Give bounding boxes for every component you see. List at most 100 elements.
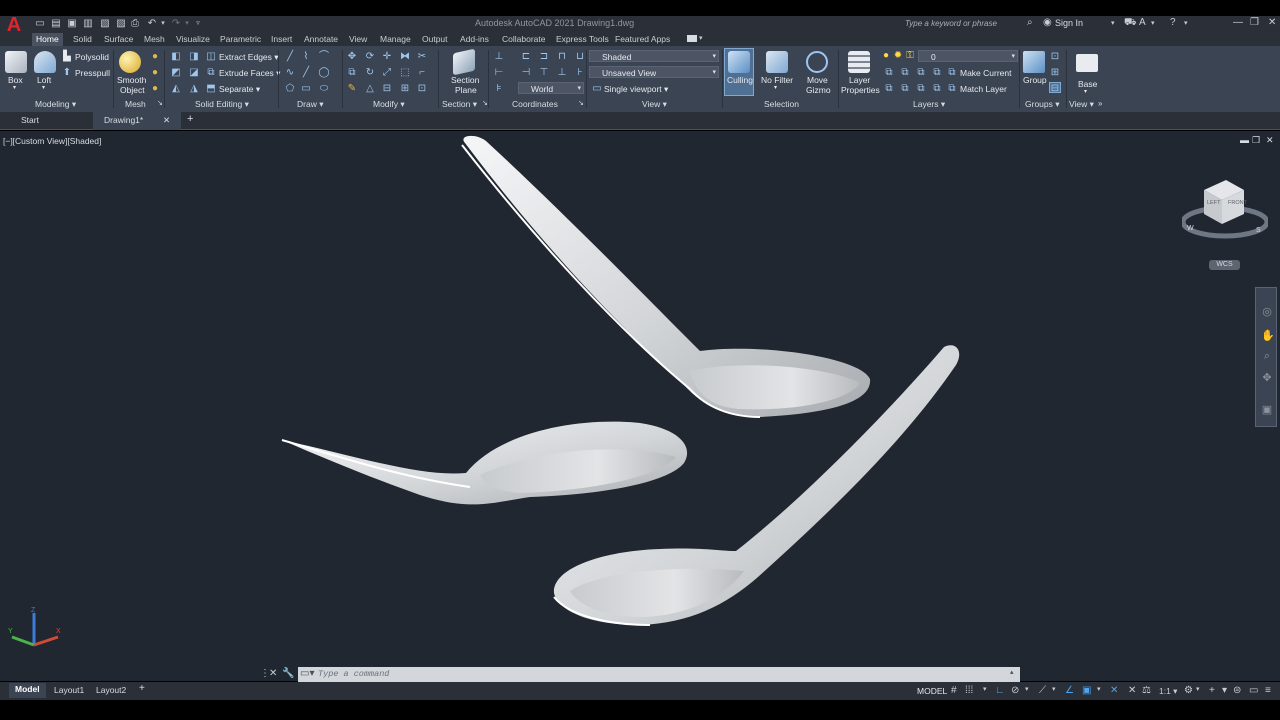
viewcube-front-face[interactable]: FRONT	[1228, 200, 1247, 206]
smooth-object-button[interactable]: Smooth	[117, 75, 146, 85]
coordinates-panel-title[interactable]: Coordinates	[512, 99, 558, 109]
box-icon[interactable]	[5, 51, 27, 73]
auto-scale-icon[interactable]: ✕	[1128, 685, 1136, 696]
line-2-icon[interactable]: ╱	[300, 67, 312, 78]
ortho-icon[interactable]: ∟	[995, 685, 1005, 696]
ucs-11-icon[interactable]: ⊧	[493, 83, 505, 94]
layer-on-icon[interactable]: ●	[880, 50, 892, 61]
help-icon[interactable]: ?	[1170, 17, 1176, 28]
new-file-icon[interactable]: ▭	[34, 18, 46, 29]
extrude-faces-icon[interactable]: ⧉	[205, 67, 217, 78]
match-layer-icon[interactable]: ⧉	[946, 83, 958, 94]
match-layer-button[interactable]: Match Layer	[960, 84, 1007, 94]
separate-icon[interactable]: ⬒	[205, 83, 217, 94]
spline-icon[interactable]: ∿	[284, 67, 296, 78]
subtract-icon[interactable]: ◨	[188, 51, 200, 62]
add-layout-icon[interactable]: +	[139, 683, 145, 694]
layout-tab-model[interactable]: Model	[9, 683, 46, 698]
group-select-icon[interactable]: ⊟	[1049, 82, 1061, 94]
tab-annotate[interactable]: Annotate	[300, 33, 342, 46]
object-snap-icon[interactable]: ▣	[1082, 685, 1091, 696]
ucs-world-select[interactable]: World ▾	[518, 82, 584, 94]
smooth-object-icon[interactable]	[119, 51, 141, 73]
start-tab[interactable]: Start	[21, 115, 39, 125]
ucs-3-icon[interactable]: ⊐	[538, 51, 550, 62]
annotation-scale-value[interactable]: 1:1 ▾	[1159, 686, 1177, 697]
layer-tool-6-icon[interactable]: ⧉	[899, 83, 911, 94]
tab-mesh[interactable]: Mesh	[140, 33, 169, 46]
modify-panel-title[interactable]: Modify ▾	[373, 99, 405, 110]
modeling-panel-title[interactable]: Modeling ▾	[35, 99, 76, 110]
loft-dropdown-icon[interactable]: ▾	[42, 83, 45, 93]
object-snap-tracking-icon[interactable]: ∠	[1065, 685, 1074, 696]
layout-tab-layout1[interactable]: Layout1	[54, 685, 84, 695]
restore-icon[interactable]: ❐	[1250, 17, 1259, 28]
ungroup-icon[interactable]: ⊡	[1049, 51, 1061, 62]
tab-express-tools[interactable]: Express Tools	[552, 33, 613, 46]
layer-properties-button[interactable]: Layer	[849, 75, 870, 85]
section-panel-launcher-icon[interactable]: ↘	[482, 99, 488, 107]
layer-thaw-icon[interactable]: ✹	[892, 50, 904, 61]
compass-south[interactable]: S	[1256, 227, 1261, 234]
polygon-icon[interactable]: ⬠	[284, 83, 296, 94]
customize-icon[interactable]: 🔧	[282, 668, 294, 679]
tab-visualize[interactable]: Visualize	[172, 33, 214, 46]
recent-commands-icon[interactable]: ▭▾	[300, 668, 314, 679]
sign-in-link[interactable]: Sign In	[1055, 18, 1083, 28]
customize-qat-icon[interactable]: ▿	[192, 18, 204, 29]
tab-featured-apps[interactable]: Featured Apps	[611, 33, 674, 46]
stay-connected-icon[interactable]: A	[1139, 17, 1146, 28]
polar-icon[interactable]: ⊘	[1011, 685, 1019, 696]
group-edit-icon[interactable]: ⊞	[1049, 67, 1061, 78]
pan-icon[interactable]: ✋	[1261, 330, 1275, 342]
layer-properties-button-line2[interactable]: Properties	[841, 85, 880, 95]
ucs-4-icon[interactable]: ⊓	[556, 51, 568, 62]
tab-surface[interactable]: Surface	[100, 33, 137, 46]
user-icon[interactable]: ◉	[1043, 17, 1052, 28]
clean-screen-icon[interactable]: ▭	[1249, 685, 1258, 696]
drawing-viewport[interactable]: [−][Custom View][Shaded] ▬ ❐ ✕ LEFT FRON…	[0, 131, 1280, 681]
save-web-icon[interactable]: ▨	[115, 18, 127, 29]
rotate-icon[interactable]: ↻	[364, 67, 376, 78]
command-input[interactable]: Type a command	[318, 669, 389, 679]
explode-icon[interactable]: ⊞	[399, 83, 411, 94]
smooth-object-button-line2[interactable]: Object	[120, 85, 145, 95]
move-gizmo-icon[interactable]	[806, 51, 828, 73]
layer-tool-4-icon[interactable]: ⧉	[931, 67, 943, 78]
layer-tool-1-icon[interactable]: ⧉	[883, 67, 895, 78]
ucs-9-icon[interactable]: ⊥	[556, 67, 568, 78]
ucs-5-icon[interactable]: ⊔	[574, 51, 586, 62]
ucs-2-icon[interactable]: ⊏	[520, 51, 532, 62]
interfere-icon[interactable]: ◪	[188, 67, 200, 78]
base-view-icon[interactable]	[1076, 54, 1098, 72]
isodraft-icon[interactable]: ⟋	[1039, 685, 1046, 696]
ribbon-overflow-icon[interactable]: »	[1098, 99, 1102, 108]
annotation-monitor-icon[interactable]: +	[1209, 685, 1215, 696]
base-button[interactable]: Base	[1078, 79, 1097, 89]
ucs-6-icon[interactable]: ⊢	[493, 67, 505, 78]
view-panel-title[interactable]: View ▾	[642, 99, 667, 110]
zoom-icon[interactable]: ⌕	[1261, 350, 1273, 362]
ribbon-minimize-toggle[interactable]	[687, 35, 697, 42]
stay-connected-dropdown-icon[interactable]: ▾	[1151, 19, 1155, 27]
polyline-icon[interactable]: ⌇	[300, 51, 312, 62]
isolate-objects-icon[interactable]: ⊜	[1233, 685, 1241, 696]
signin-dropdown-icon[interactable]: ▾	[1111, 19, 1115, 27]
mesh-panel-title[interactable]: Mesh	[125, 99, 146, 109]
array-icon[interactable]: ⊡	[416, 83, 428, 94]
group-icon[interactable]	[1023, 51, 1045, 73]
minimize-icon[interactable]: —	[1233, 17, 1243, 28]
polysolid-icon[interactable]: ▙	[61, 51, 73, 62]
open-web-icon[interactable]: ▧	[99, 18, 111, 29]
group-button[interactable]: Group	[1023, 75, 1047, 85]
ucs-8-icon[interactable]: ⊤	[538, 67, 550, 78]
customization-menu-icon[interactable]: ≡	[1265, 685, 1271, 696]
snap-icon[interactable]: ⁞⁞⁞	[965, 685, 973, 696]
presspull-button[interactable]: Presspull	[75, 68, 110, 78]
save-icon[interactable]: ▣	[66, 18, 78, 29]
move-icon[interactable]: ✥	[346, 51, 358, 62]
search-input[interactable]: Type a keyword or phrase	[896, 17, 1022, 30]
snap-dropdown-icon[interactable]: ▾	[983, 685, 987, 693]
layers-panel-title[interactable]: Layers ▾	[913, 99, 945, 110]
polar-dropdown-icon[interactable]: ▾	[1025, 685, 1029, 693]
